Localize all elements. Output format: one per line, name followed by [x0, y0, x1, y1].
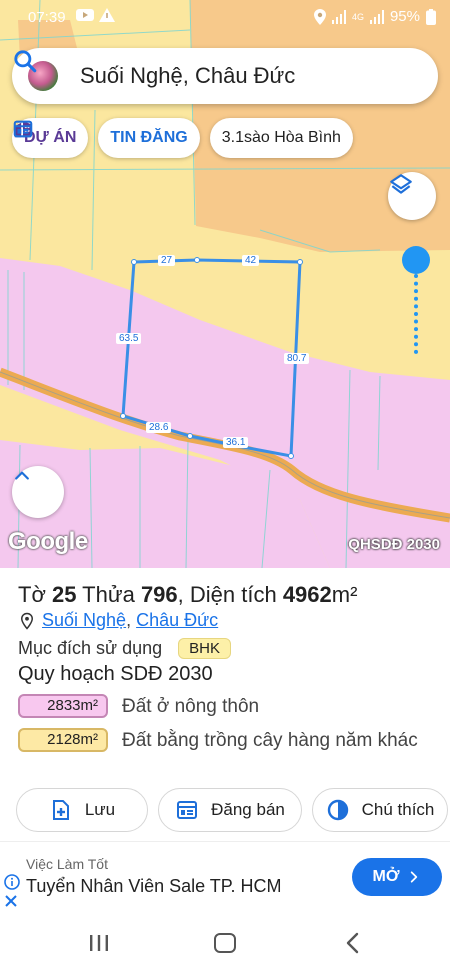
chip-news[interactable]: TIN ĐĂNG: [13, 118, 200, 158]
parcel-title: Tờ 25 Thửa 796, Diện tích 4962m²: [18, 582, 357, 608]
edge-label: 27: [158, 255, 176, 266]
edge-label: 63.5: [116, 333, 142, 344]
location-row: Suối Nghệ , Châu Đức: [18, 610, 218, 631]
signal-icon: [331, 9, 346, 24]
close-icon[interactable]: [4, 894, 18, 908]
ad-sponsor: Việc Làm Tốt: [26, 856, 108, 872]
screen: 27 42 63.5 80.7 28.6 36.1 Suối Nghệ, Châ…: [0, 0, 450, 975]
plan-area-badge: 2833m²: [18, 694, 108, 718]
chip-label: 3.1sào Hòa Bình: [221, 129, 341, 146]
plan-description: Đất ở nông thôn: [122, 696, 260, 717]
post-sale-button[interactable]: Đăng bán: [158, 788, 302, 832]
edge-label: 36.1: [223, 437, 249, 448]
status-bar: 07:39 4G 95%: [0, 0, 450, 34]
layers-icon: [390, 174, 412, 194]
map-view[interactable]: 27 42 63.5 80.7 28.6 36.1 Suối Nghệ, Châ…: [0, 0, 450, 568]
back-icon[interactable]: [344, 931, 360, 955]
layer-name-label: QHSDĐ 2030: [348, 536, 440, 553]
ad-title[interactable]: Tuyển Nhân Viên Sale TP. HCM: [26, 876, 281, 897]
parcel-prefix: Thửa: [76, 582, 141, 607]
purpose-row: Mục đích sử dụng BHK: [18, 638, 231, 659]
ad-open-button[interactable]: MỞ: [352, 858, 442, 896]
plan-item: 2833m² Đất ở nông thôn: [18, 694, 422, 719]
system-icons: 4G 95%: [313, 8, 436, 25]
chevron-up-icon: [15, 471, 29, 480]
parcel-number: 796: [140, 582, 178, 607]
edge-label: 28.6: [146, 422, 172, 433]
layers-button[interactable]: [388, 172, 436, 220]
save-button[interactable]: Lưu: [16, 788, 148, 832]
network-type: 4G: [351, 11, 364, 22]
chevron-right-icon: [411, 871, 418, 883]
notification-icons: [76, 8, 115, 22]
location-icon: [313, 8, 326, 25]
parcel-info-panel: Tờ 25 Thửa 796, Diện tích 4962m² Suối Ng…: [0, 568, 450, 840]
plan-title: Quy hoạch SDĐ 2030: [18, 663, 213, 685]
search-bar[interactable]: Suối Nghệ, Châu Đức: [12, 48, 438, 104]
chip-saved-listing[interactable]: 3.1sào Hòa Bình: [13, 118, 353, 158]
opacity-slider[interactable]: [402, 246, 430, 358]
sheet-number: 25: [51, 582, 77, 607]
legend-button[interactable]: Chú thích: [312, 788, 448, 832]
search-icon[interactable]: [12, 48, 38, 74]
warning-icon: [99, 8, 115, 22]
commune-link[interactable]: Suối Nghệ: [42, 610, 126, 631]
plan-area-badge: 2128m²: [18, 728, 108, 752]
status-time: 07:39: [28, 9, 66, 26]
area-prefix: , Diện tích: [177, 582, 283, 607]
battery-level: 95%: [389, 8, 420, 25]
plan-description: Đất bằng trồng cây hàng năm khác: [122, 730, 418, 751]
listing-icon: [13, 120, 33, 138]
parcel-area: 4962: [282, 582, 332, 607]
ad-banner[interactable]: Việc Làm Tốt Tuyển Nhân Viên Sale TP. HC…: [0, 841, 450, 911]
google-logo: Google: [8, 528, 88, 555]
chip-label: TIN ĐĂNG: [110, 129, 188, 146]
purpose-label: Mục đích sử dụng: [18, 638, 163, 658]
edge-label: 80.7: [284, 353, 310, 364]
edge-label: 42: [242, 255, 260, 266]
map-pin-icon: [20, 612, 34, 630]
location-separator: ,: [126, 610, 137, 630]
save-label: Lưu: [84, 800, 116, 819]
youtube-icon: [76, 9, 94, 21]
listing-icon: [177, 801, 198, 819]
home-icon[interactable]: [214, 933, 236, 953]
sheet-prefix: Tờ: [18, 582, 52, 607]
slider-handle[interactable]: [402, 246, 430, 274]
system-nav-bar: [0, 911, 450, 975]
recents-icon[interactable]: [88, 933, 110, 953]
legend-label: Chú thích: [361, 800, 435, 819]
expand-up-button[interactable]: [12, 466, 64, 518]
add-bookmark-icon: [52, 800, 69, 820]
post-sale-label: Đăng bán: [211, 800, 285, 819]
ad-open-label: MỞ: [372, 868, 400, 885]
district-link[interactable]: Châu Đức: [136, 610, 218, 631]
contrast-icon: [327, 799, 348, 821]
filter-chips: DỰ ÁN TIN ĐĂNG 3.1sào Hòa Bình: [12, 118, 353, 158]
battery-icon: [426, 8, 436, 25]
purpose-badge: BHK: [178, 638, 231, 659]
action-row: Lưu Đăng bán Chú thích: [16, 788, 448, 832]
signal-icon: [369, 9, 384, 24]
slider-track[interactable]: [414, 274, 418, 354]
info-icon[interactable]: [4, 874, 20, 890]
area-unit: m²: [331, 582, 358, 607]
search-input[interactable]: Suối Nghệ, Châu Đức: [80, 63, 295, 89]
plan-item: 2128m² Đất bằng trồng cây hàng năm khác: [18, 728, 422, 753]
